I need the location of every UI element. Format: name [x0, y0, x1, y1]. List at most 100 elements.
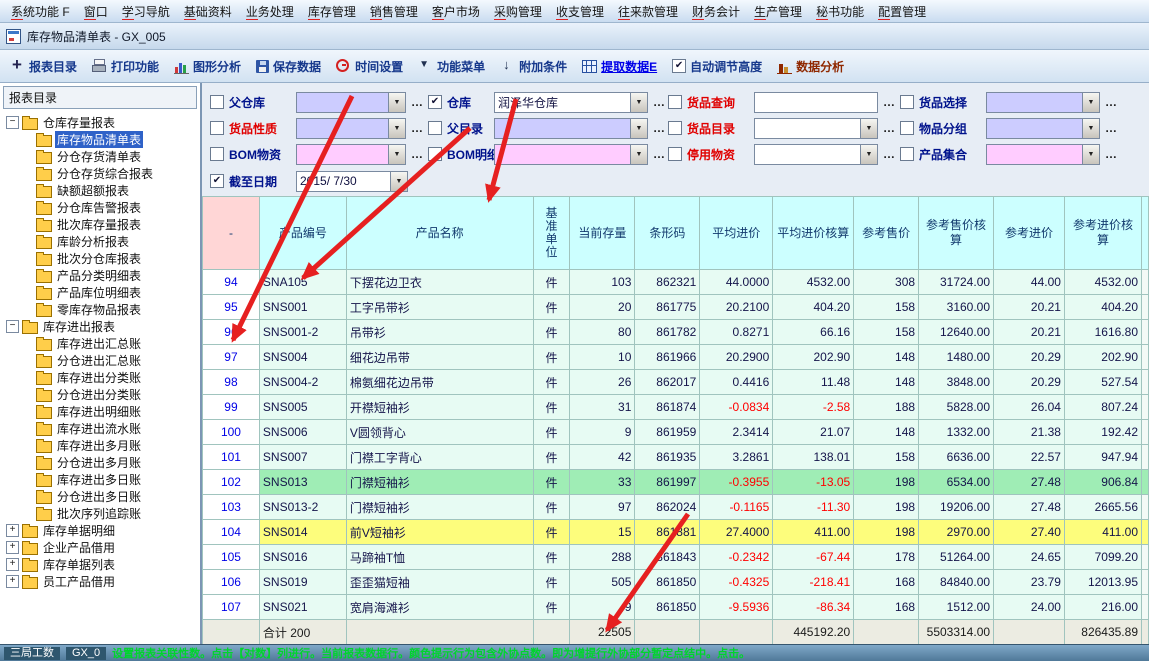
cell-ref-purchase-price[interactable]: 27.48: [994, 470, 1065, 495]
table-row[interactable]: 95SNS001工字吊带衫件2086177520.2100404.2015831…: [203, 295, 1149, 320]
cell-index[interactable]: 103: [203, 495, 260, 520]
cell-ref-sale-price[interactable]: 198: [854, 495, 919, 520]
cell-barcode[interactable]: 861850: [635, 595, 700, 620]
goods-nature-filter-dropdown[interactable]: ▼: [296, 118, 406, 139]
cell-ref-purchase-amount[interactable]: 192.42: [1064, 420, 1141, 445]
cell-ref-purchase-price[interactable]: 24.65: [994, 545, 1065, 570]
cell-ref-sale-amount[interactable]: 31724.00: [919, 270, 994, 295]
cell-ref-purchase-amount[interactable]: 404.20: [1064, 295, 1141, 320]
tree-item[interactable]: 分仓进出多日账: [2, 488, 200, 505]
bom-detail-filter-dropdown[interactable]: ▼: [494, 144, 648, 165]
bom-material-filter-more-button[interactable]: …: [411, 147, 423, 161]
cell-index[interactable]: 95: [203, 295, 260, 320]
cell-ref-sale-amount[interactable]: 51264.00: [919, 545, 994, 570]
table-row[interactable]: 102SNS013门襟短袖衫件33861997-0.3955-13.051986…: [203, 470, 1149, 495]
cell-product-name[interactable]: 门襟短袖衫: [346, 495, 533, 520]
col-header-barcode[interactable]: 条形码: [635, 197, 700, 270]
cell-product-code[interactable]: SNA105: [259, 270, 346, 295]
cell-index[interactable]: 98: [203, 370, 260, 395]
cell-ref-purchase-price[interactable]: 22.57: [994, 445, 1065, 470]
cell-avg-purchase-amount[interactable]: 404.20: [773, 295, 854, 320]
cell-ref-sale-price[interactable]: 168: [854, 570, 919, 595]
goods-catalog-filter-dropdown[interactable]: ▼: [754, 118, 878, 139]
cell-barcode[interactable]: 862017: [635, 370, 700, 395]
col-header-index[interactable]: -: [203, 197, 260, 270]
col-header-current-stock[interactable]: 当前存量: [570, 197, 635, 270]
table-row[interactable]: 105SNS016马蹄袖T恤件288861843-0.2342-67.44178…: [203, 545, 1149, 570]
cell-ref-sale-amount[interactable]: 1480.00: [919, 345, 994, 370]
table-row[interactable]: 104SNS014前V短袖衫件1586188127.4000411.001982…: [203, 520, 1149, 545]
cell-current-stock[interactable]: 33: [570, 470, 635, 495]
parent-warehouse-filter-more-button[interactable]: …: [411, 95, 423, 109]
cell-index[interactable]: 102: [203, 470, 260, 495]
col-header-product-name[interactable]: 产品名称: [346, 197, 533, 270]
cell-index[interactable]: 97: [203, 345, 260, 370]
cell-current-stock[interactable]: 26: [570, 370, 635, 395]
parent-catalog-filter-dropdown[interactable]: ▼: [494, 118, 648, 139]
cell-avg-purchase-price[interactable]: -0.1165: [700, 495, 773, 520]
col-header-avg-purchase-amount[interactable]: 平均进价核算: [773, 197, 854, 270]
cell-avg-purchase-price[interactable]: 27.4000: [700, 520, 773, 545]
cell-barcode[interactable]: 862024: [635, 495, 700, 520]
tree-item[interactable]: 分仓存货清单表: [2, 148, 200, 165]
goods-group-filter-dropdown[interactable]: ▼: [986, 118, 1100, 139]
table-row[interactable]: 97SNS004细花边吊带件1086196620.2900202.9014814…: [203, 345, 1149, 370]
goods-catalog-filter-checkbox[interactable]: [668, 121, 682, 135]
table-row[interactable]: 96SNS001-2吊带衫件808617820.827166.161581264…: [203, 320, 1149, 345]
cell-barcode[interactable]: 861850: [635, 570, 700, 595]
cell-ref-sale-price[interactable]: 158: [854, 445, 919, 470]
tree-item[interactable]: −仓库存量报表: [2, 114, 200, 131]
cell-unit[interactable]: 件: [533, 545, 570, 570]
cell-ref-purchase-amount[interactable]: 947.94: [1064, 445, 1141, 470]
product-set-filter-more-button[interactable]: …: [1105, 147, 1117, 161]
auto-height-toggle[interactable]: ✔自动调节高度: [672, 58, 762, 75]
cell-ref-purchase-price[interactable]: 27.48: [994, 495, 1065, 520]
dropdown-arrow-icon[interactable]: ▼: [390, 172, 407, 191]
bom-detail-filter-more-button[interactable]: …: [653, 147, 665, 161]
tree-item[interactable]: 产品分类明细表: [2, 267, 200, 284]
goods-select-filter-dropdown[interactable]: ▼: [986, 92, 1100, 113]
table-row[interactable]: 106SNS019歪歪猫短袖件505861850-0.4325-218.4116…: [203, 570, 1149, 595]
cell-index[interactable]: 101: [203, 445, 260, 470]
cell-product-code[interactable]: SNS004: [259, 345, 346, 370]
cell-unit[interactable]: 件: [533, 320, 570, 345]
cell-ref-sale-amount[interactable]: 6534.00: [919, 470, 994, 495]
cell-ref-purchase-price[interactable]: 23.79: [994, 570, 1065, 595]
col-header-ref-sale-amount[interactable]: 参考售价核算: [919, 197, 994, 270]
cell-ref-purchase-price[interactable]: 27.40: [994, 520, 1065, 545]
dropdown-arrow-icon[interactable]: ▼: [630, 119, 647, 138]
cell-product-name[interactable]: 宽肩海滩衫: [346, 595, 533, 620]
tree-item[interactable]: +企业产品借用: [2, 539, 200, 556]
tree-item[interactable]: 批次库存量报表: [2, 216, 200, 233]
table-row[interactable]: 103SNS013-2门襟短袖衫件97862024-0.1165-11.3019…: [203, 495, 1149, 520]
goods-nature-filter-more-button[interactable]: …: [411, 121, 423, 135]
col-header-ref-sale-price[interactable]: 参考售价: [854, 197, 919, 270]
cell-avg-purchase-amount[interactable]: -2.58: [773, 395, 854, 420]
dropdown-arrow-icon[interactable]: ▼: [1082, 119, 1099, 138]
cell-product-name[interactable]: 马蹄袖T恤: [346, 545, 533, 570]
expand-icon[interactable]: +: [6, 575, 19, 588]
cell-avg-purchase-amount[interactable]: 66.16: [773, 320, 854, 345]
menu-item[interactable]: 基础资料: [177, 1, 239, 22]
cell-index[interactable]: 100: [203, 420, 260, 445]
cell-current-stock[interactable]: 97: [570, 495, 635, 520]
cell-ref-sale-amount[interactable]: 12640.00: [919, 320, 994, 345]
col-header-avg-purchase-price[interactable]: 平均进价: [700, 197, 773, 270]
goods-group-filter-checkbox[interactable]: [900, 121, 914, 135]
cell-avg-purchase-price[interactable]: -9.5936: [700, 595, 773, 620]
cell-ref-sale-amount[interactable]: 1332.00: [919, 420, 994, 445]
table-row[interactable]: 100SNS006V圆领背心件98619592.341421.071481332…: [203, 420, 1149, 445]
cell-ref-sale-price[interactable]: 178: [854, 545, 919, 570]
cell-unit[interactable]: 件: [533, 420, 570, 445]
cell-product-code[interactable]: SNS021: [259, 595, 346, 620]
tree-item[interactable]: 缺额超额报表: [2, 182, 200, 199]
cell-ref-sale-amount[interactable]: 2970.00: [919, 520, 994, 545]
cell-ref-purchase-price[interactable]: 20.29: [994, 370, 1065, 395]
parent-warehouse-filter-dropdown[interactable]: ▼: [296, 92, 406, 113]
bom-material-filter-checkbox[interactable]: [210, 147, 224, 161]
tree-item[interactable]: 库龄分析报表: [2, 233, 200, 250]
cell-avg-purchase-amount[interactable]: -86.34: [773, 595, 854, 620]
tree-item[interactable]: 批次分仓库报表: [2, 250, 200, 267]
cell-index[interactable]: 106: [203, 570, 260, 595]
cell-unit[interactable]: 件: [533, 370, 570, 395]
